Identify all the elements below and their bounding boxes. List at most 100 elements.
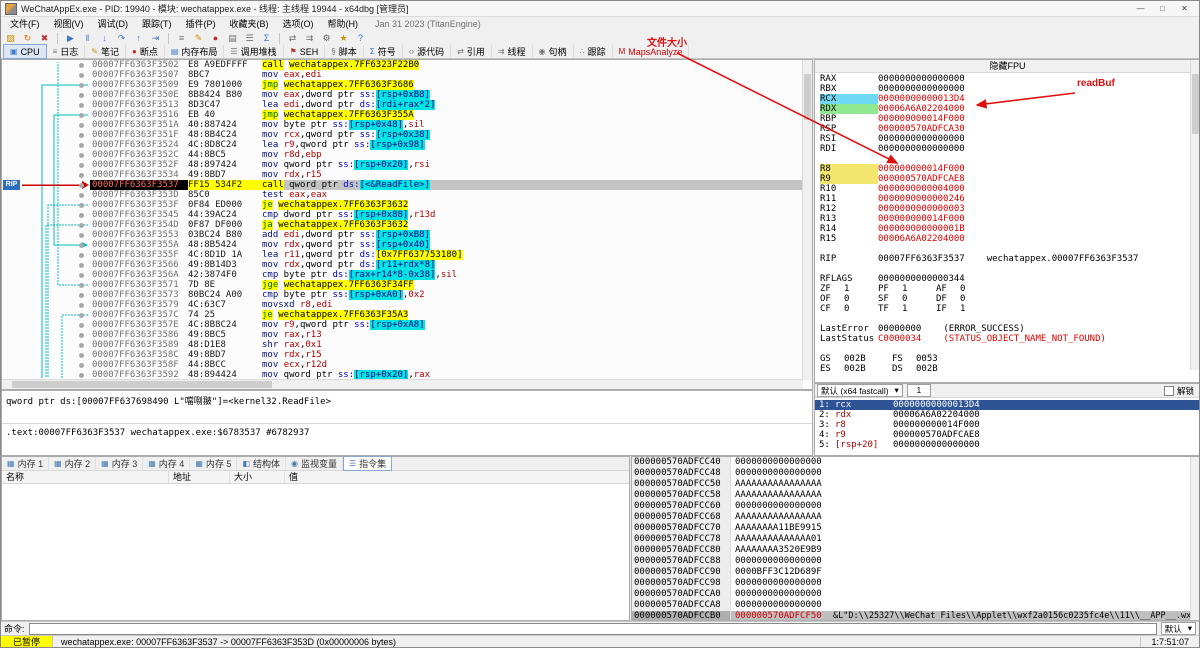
stack-row[interactable]: 000000570ADFCC60 0000000000000000	[632, 501, 1199, 512]
minimize-button[interactable]: —	[1130, 2, 1151, 15]
breakpoint-dot[interactable]	[79, 162, 84, 168]
register-row-r11[interactable]: R11 0000000000000246	[820, 194, 1190, 204]
tab-source[interactable]: ‹› 源代码	[403, 45, 452, 58]
breakpoint-dot[interactable]	[79, 182, 84, 188]
disasm-row[interactable]: 00007FF6363F3502 E8 A9EDFFFF call wechatap…	[79, 60, 803, 70]
menu-item-4[interactable]: 插件(P)	[179, 17, 223, 31]
restart-icon[interactable]: ↻	[20, 32, 35, 45]
register-row-rdi[interactable]: RDI 0000000000000000	[820, 144, 1190, 154]
tab-seh[interactable]: ⚑ SEH	[284, 45, 326, 58]
stack-row[interactable]: 000000570ADFCC98 0000000000000000	[632, 578, 1199, 589]
stack-row[interactable]: 000000570ADFCC50 AAAAAAAAAAAAAAAA	[632, 479, 1199, 490]
menu-item-6[interactable]: 选项(O)	[276, 17, 321, 31]
memory-map-icon[interactable]: ▤	[225, 32, 240, 45]
stack-row[interactable]: 000000570ADFCC48 0000000000000000	[632, 468, 1199, 479]
disasm-row[interactable]: 00007FF6363F351A 40:887424 mov byte ptr ss…	[79, 120, 803, 130]
tab-symbols[interactable]: Σ 符号	[364, 45, 403, 58]
breakpoint-dot[interactable]	[79, 132, 84, 138]
register-row-rflags[interactable]: RFLAGS 0000000000000344	[820, 274, 1190, 284]
disasm-row[interactable]: 00007FF6363F3566 49:8B14D3 mov rdx,qword p…	[79, 260, 803, 270]
breakpoint-dot[interactable]	[79, 222, 84, 228]
bottom-tab-2[interactable]: ▦ 内存 3	[96, 457, 144, 470]
menu-item-2[interactable]: 调试(D)	[91, 17, 136, 31]
disasm-row[interactable]: 00007FF6363F3516 EB 40 jmp wechatappex.7FF…	[79, 110, 803, 120]
argument-row[interactable]: 2: rdx 00006A6A02204000	[815, 410, 1199, 420]
breakpoint-dot[interactable]	[79, 202, 84, 208]
stack-row[interactable]: 000000570ADFCC78 AAAAAAAAAAAAAA01	[632, 534, 1199, 545]
disasm-row[interactable]: 00007FF6363F3524 4C:8D8C24 lea r9,qword pt…	[79, 140, 803, 150]
tab-call-stack[interactable]: ☰ 调用堆栈	[224, 45, 284, 58]
stack-row[interactable]: 000000570ADFCC90 0000BFF3C12D689F	[632, 567, 1199, 578]
call-stack-icon[interactable]: ☰	[242, 32, 257, 45]
tab-log[interactable]: ≡ 日志	[47, 45, 86, 58]
register-row-rsi[interactable]: RSI 0000000000000000	[820, 134, 1190, 144]
register-row-rbx[interactable]: RBX 0000000000000000	[820, 84, 1190, 94]
breakpoint-dot[interactable]	[79, 72, 84, 78]
flag-value[interactable]: 1	[844, 284, 878, 294]
tab-threads[interactable]: ⇉ 线程	[492, 45, 533, 58]
bottom-tab-7[interactable]: ☰ 指令集	[342, 456, 393, 471]
open-file-icon[interactable]: ▨	[3, 32, 18, 45]
help-icon[interactable]: ?	[353, 32, 368, 45]
stack-row[interactable]: 000000570ADFCCB0 000000570ADFCF50 &L"D:\\2…	[632, 611, 1199, 620]
disasm-row[interactable]: 00007FF6363F358C 49:8BD7 mov rdx,r15	[79, 350, 803, 360]
argument-row[interactable]: 5: [rsp+20] 0000000000000000	[815, 440, 1199, 450]
breakpoint-dot[interactable]	[79, 342, 84, 348]
register-row-rip[interactable]: RIP 00007FF6363F3537 wechatappex.00007FF63…	[820, 254, 1190, 264]
breakpoint-dot[interactable]	[79, 262, 84, 268]
breakpoints-icon[interactable]: ●	[208, 32, 223, 45]
scrollbar-thumb[interactable]	[1192, 74, 1199, 134]
stack-row[interactable]: 000000570ADFCC58 AAAAAAAAAAAAAAAA	[632, 490, 1199, 501]
tab-memory-map[interactable]: ▤ 内存布局	[165, 45, 225, 58]
breakpoint-dot[interactable]	[79, 272, 84, 278]
disasm-row[interactable]: 00007FF6363F355A 48:8B5424 mov rdx,qword p…	[79, 240, 803, 250]
flag-value[interactable]: 0	[960, 294, 994, 304]
breakpoint-dot[interactable]	[79, 122, 84, 128]
bottom-tab-6[interactable]: ◉ 监视变量	[286, 457, 343, 470]
disasm-row[interactable]: 00007FF6363F353F 0F84 ED000 je wechatappex…	[79, 200, 803, 210]
breakpoint-dot[interactable]	[79, 212, 84, 218]
registers-vscrollbar[interactable]	[1190, 60, 1199, 370]
disasm-row[interactable]: 00007FF6363F3579 4C:63C7 movsxd r8,edi	[79, 300, 803, 310]
menu-item-5[interactable]: 收藏夹(B)	[223, 17, 276, 31]
disasm-hscrollbar[interactable]	[2, 379, 803, 389]
bottom-tab-0[interactable]: ▦ 内存 1	[2, 457, 50, 470]
disasm-row[interactable]: 00007FF6363F3589 48:D1E8 shr rax,0x1	[79, 340, 803, 350]
breakpoint-dot[interactable]	[79, 302, 84, 308]
column-header-3[interactable]: 值	[285, 471, 629, 483]
disasm-row[interactable]: 00007FF6363F353D 85C0 test eax,eax	[79, 190, 803, 200]
command-profile-select[interactable]: 默认 ▾	[1160, 622, 1196, 635]
symbols-icon[interactable]: Σ	[259, 32, 274, 45]
breakpoint-dot[interactable]	[79, 82, 84, 88]
register-row-r8[interactable]: R8 000000000014F000	[820, 164, 1190, 174]
settings-icon[interactable]: ⚙	[319, 32, 334, 45]
breakpoint-dot[interactable]	[79, 112, 84, 118]
disasm-row[interactable]: 00007FF6363F3553 03BC24 B80 add edi,dword …	[79, 230, 803, 240]
step-over-icon[interactable]: ↷	[114, 32, 129, 45]
flag-value[interactable]: 1	[902, 284, 936, 294]
disasm-row[interactable]: 00007FF6363F358F 44:8BCC mov ecx,r12d	[79, 360, 803, 370]
breakpoint-dot[interactable]	[79, 92, 84, 98]
breakpoint-dot[interactable]	[79, 62, 84, 68]
register-row-rbp[interactable]: RBP 000000000014F000	[820, 114, 1190, 124]
argument-row[interactable]: 4: r9 000000570ADFCAE8	[815, 430, 1199, 440]
calling-convention-select[interactable]: 默认 (x64 fastcall) ▾	[817, 384, 903, 397]
disasm-row[interactable]: 00007FF6363F356A 42:3874F0 cmp byte ptr ds…	[79, 270, 803, 280]
bottom-tab-4[interactable]: ▦ 内存 5	[190, 457, 238, 470]
breakpoint-dot[interactable]	[79, 362, 84, 368]
flag-value[interactable]: 1	[960, 304, 994, 314]
stack-row[interactable]: 000000570ADFCC80 AAAAAAAA3520E9B9	[632, 545, 1199, 556]
column-header-0[interactable]: 名称	[2, 471, 169, 483]
close-button[interactable]: ✕	[1174, 2, 1195, 15]
disasm-row[interactable]: 00007FF6363F3573 80BC24 A00 cmp byte ptr s…	[79, 290, 803, 300]
tab-maps-analyze[interactable]: M MapsAnalyze	[613, 45, 690, 58]
disasm-row[interactable]: 00007FF6363F350E 8B8424 B80 mov eax,dword …	[79, 90, 803, 100]
stack-row[interactable]: 000000570ADFCCA0 0000000000000000	[632, 589, 1199, 600]
disasm-row[interactable]: 00007FF6363F354D 0F87 DF000 ja wechatappex…	[79, 220, 803, 230]
register-row-r12[interactable]: R12 0000000000000003	[820, 204, 1190, 214]
menu-item-1[interactable]: 视图(V)	[47, 17, 91, 31]
stop-debug-icon[interactable]: ✖	[37, 32, 52, 45]
breakpoint-dot[interactable]	[79, 252, 84, 258]
flag-value[interactable]: 002B	[844, 354, 892, 364]
flag-value[interactable]: 0053	[916, 354, 964, 364]
